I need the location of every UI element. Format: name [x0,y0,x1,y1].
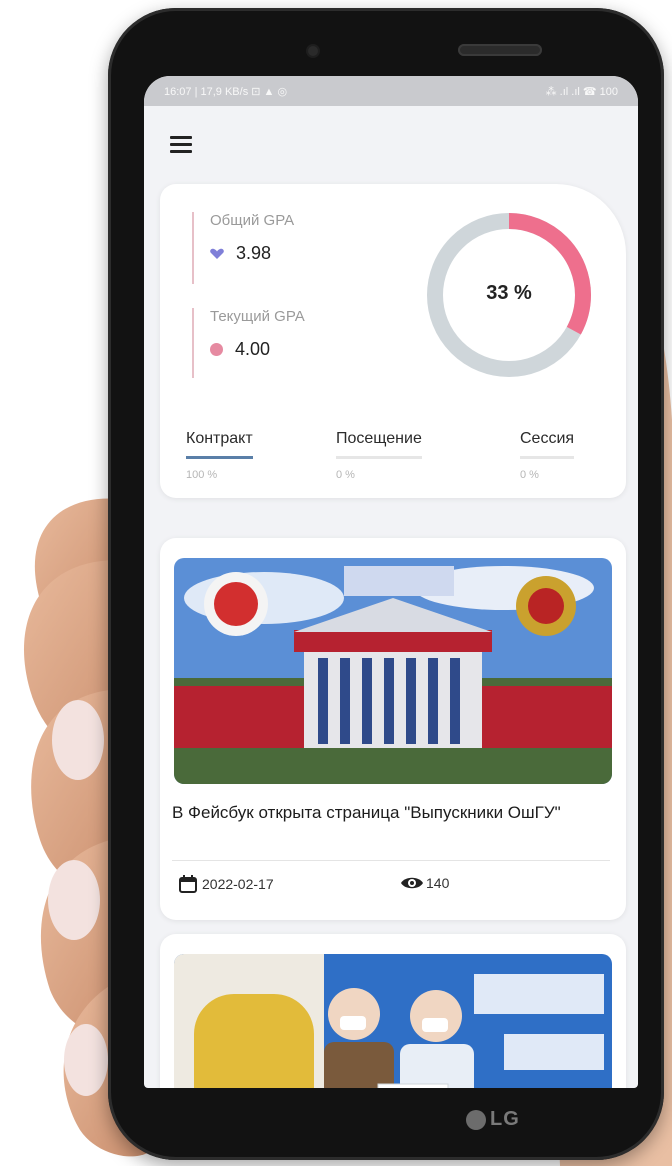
gpa-card: Общий GPA 3.98 Текущий GPA 4.00 33 % Кон… [160,184,626,498]
divider [172,860,610,861]
heart-icon [210,248,224,259]
tab-contract-label: Контракт [186,430,253,459]
news-views-count: 140 [426,875,450,891]
dot-icon [210,343,223,356]
overall-gpa: Общий GPA 3.98 [192,212,294,284]
status-right: ⁂ .ıl .ıl ☎ 100 [545,85,618,98]
overall-gpa-label: Общий GPA [210,212,295,229]
current-gpa-label: Текущий GPA [210,308,305,325]
news-date-text: 2022-02-17 [202,876,274,892]
app-screen: 16:07 | 17,9 KB/s ⊡ ▲ ◎ ⁂ .ıl .ıl ☎ 100 … [144,76,638,1088]
tab-session[interactable]: Сессия 0 % [520,430,575,481]
app-bar [144,106,638,176]
current-gpa-value: 4.00 [235,339,271,359]
stats-tabs: Контракт 100 % Посещение 0 % Сессия 0 % [186,430,606,490]
progress-percent: 33 % [486,282,532,304]
eye-icon [401,877,423,889]
news-meta: 2022-02-17 140 [178,874,608,898]
news-card[interactable]: В Фейсбук открыта страница "Выпускники О… [160,538,626,920]
tab-attendance-value: 0 % [336,469,355,481]
tab-attendance-label: Посещение [336,430,422,459]
tab-session-label: Сессия [520,430,575,459]
news-image-2[interactable] [174,954,612,1088]
tab-contract-value: 100 % [186,469,218,481]
news-image[interactable] [174,558,612,784]
overall-gpa-value: 3.98 [236,243,272,263]
tab-session-value: 0 % [520,469,539,481]
status-bar: 16:07 | 17,9 KB/s ⊡ ▲ ◎ ⁂ .ıl .ıl ☎ 100 [144,76,638,106]
current-gpa: Текущий GPA 4.00 [192,308,305,378]
news-date: 2022-02-17 [178,874,274,894]
front-camera [308,46,318,56]
lg-logo: LG [466,1108,556,1132]
news-card-2[interactable] [160,934,626,1088]
tab-attendance[interactable]: Посещение 0 % [336,430,422,481]
menu-icon[interactable] [170,136,192,154]
status-left: 16:07 | 17,9 KB/s ⊡ ▲ ◎ [164,85,288,98]
news-title[interactable]: В Фейсбук открыта страница "Выпускники О… [172,800,612,826]
earpiece [458,44,542,56]
calendar-icon [179,875,197,893]
news-views: 140 [400,874,449,892]
tab-contract[interactable]: Контракт 100 % [186,430,253,481]
